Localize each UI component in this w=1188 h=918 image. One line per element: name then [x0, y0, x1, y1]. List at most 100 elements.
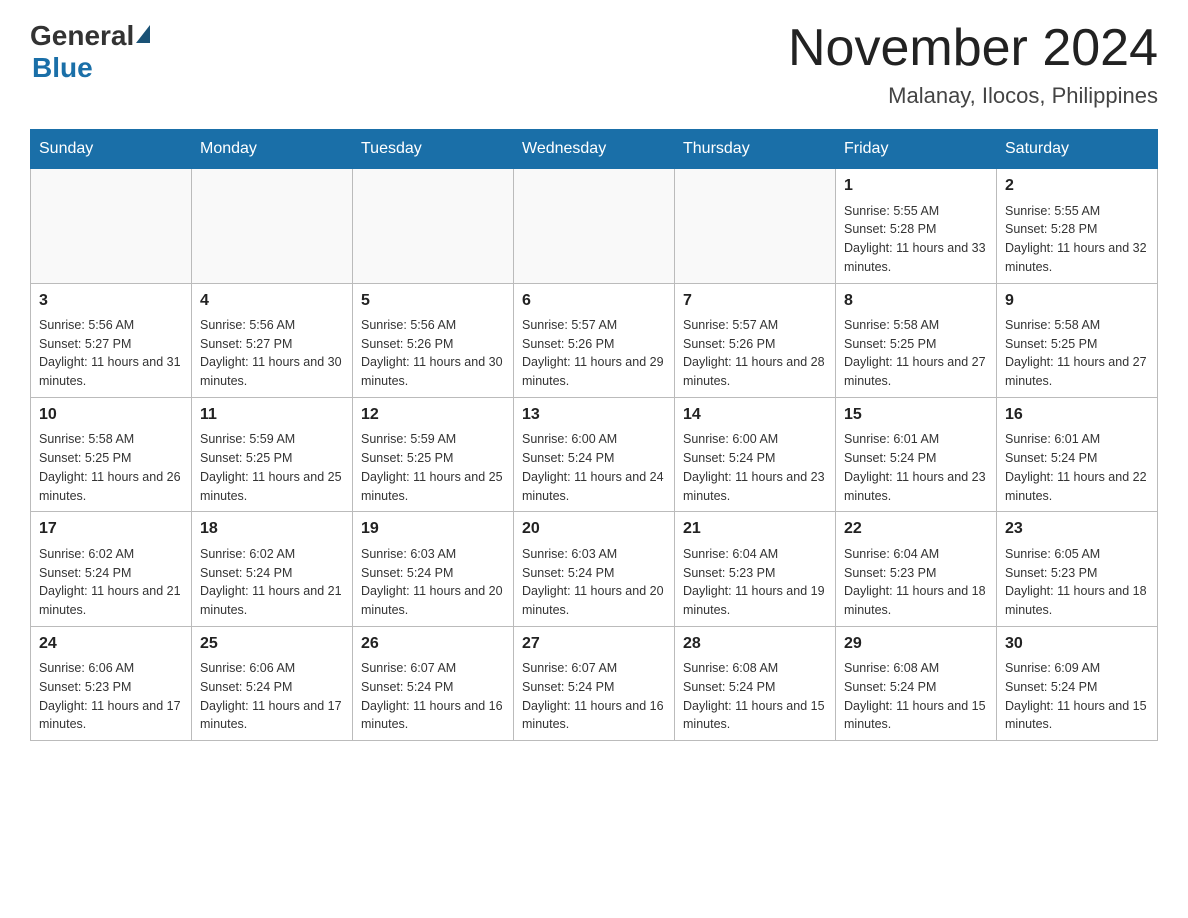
day-info: Sunrise: 5:59 AM Sunset: 5:25 PM Dayligh… — [200, 430, 344, 505]
day-info: Sunrise: 6:04 AM Sunset: 5:23 PM Dayligh… — [844, 545, 988, 620]
day-info: Sunrise: 6:03 AM Sunset: 5:24 PM Dayligh… — [361, 545, 505, 620]
day-number: 14 — [683, 404, 827, 426]
day-number: 21 — [683, 518, 827, 540]
day-number: 7 — [683, 290, 827, 312]
calendar-header-saturday: Saturday — [997, 130, 1158, 169]
calendar-header-sunday: Sunday — [31, 130, 192, 169]
day-number: 28 — [683, 633, 827, 655]
day-number: 12 — [361, 404, 505, 426]
calendar-header-row: SundayMondayTuesdayWednesdayThursdayFrid… — [31, 130, 1158, 169]
logo-triangle-icon — [136, 25, 150, 43]
calendar-cell: 10 Sunrise: 5:58 AM Sunset: 5:25 PM Dayli… — [31, 397, 192, 511]
day-info: Sunrise: 5:58 AM Sunset: 5:25 PM Dayligh… — [39, 430, 183, 505]
calendar-cell: 20 Sunrise: 6:03 AM Sunset: 5:24 PM Dayli… — [514, 512, 675, 626]
calendar-cell: 5Sunrise: 5:56 AM Sunset: 5:26 PM Daylig… — [353, 283, 514, 397]
day-number: 22 — [844, 518, 988, 540]
day-info: Sunrise: 5:55 AM Sunset: 5:28 PM Dayligh… — [1005, 202, 1149, 277]
page-header: General Blue November 2024 Malanay, Iloc… — [30, 20, 1158, 109]
day-number: 5 — [361, 290, 505, 312]
day-info: Sunrise: 6:00 AM Sunset: 5:24 PM Dayligh… — [683, 430, 827, 505]
day-number: 23 — [1005, 518, 1149, 540]
day-info: Sunrise: 5:58 AM Sunset: 5:25 PM Dayligh… — [1005, 316, 1149, 391]
day-info: Sunrise: 5:57 AM Sunset: 5:26 PM Dayligh… — [522, 316, 666, 391]
calendar-cell: 19Sunrise: 6:03 AM Sunset: 5:24 PM Dayli… — [353, 512, 514, 626]
day-number: 3 — [39, 290, 183, 312]
calendar-cell: 4 Sunrise: 5:56 AM Sunset: 5:27 PM Daylig… — [192, 283, 353, 397]
day-number: 20 — [522, 518, 666, 540]
calendar-cell: 23Sunrise: 6:05 AM Sunset: 5:23 PM Dayli… — [997, 512, 1158, 626]
day-info: Sunrise: 5:59 AM Sunset: 5:25 PM Dayligh… — [361, 430, 505, 505]
logo-general: General — [30, 20, 134, 52]
calendar-cell: 9 Sunrise: 5:58 AM Sunset: 5:25 PM Daylig… — [997, 283, 1158, 397]
calendar-cell: 2 Sunrise: 5:55 AM Sunset: 5:28 PM Daylig… — [997, 169, 1158, 283]
calendar-week-4: 17 Sunrise: 6:02 AM Sunset: 5:24 PM Dayli… — [31, 512, 1158, 626]
day-info: Sunrise: 5:56 AM Sunset: 5:27 PM Dayligh… — [39, 316, 183, 391]
calendar-cell: 8Sunrise: 5:58 AM Sunset: 5:25 PM Daylig… — [836, 283, 997, 397]
calendar-cell — [353, 169, 514, 283]
day-info: Sunrise: 6:03 AM Sunset: 5:24 PM Dayligh… — [522, 545, 666, 620]
location-title: Malanay, Ilocos, Philippines — [788, 83, 1158, 109]
calendar-header-friday: Friday — [836, 130, 997, 169]
logo: General Blue — [30, 20, 150, 84]
calendar-cell: 16 Sunrise: 6:01 AM Sunset: 5:24 PM Dayli… — [997, 397, 1158, 511]
calendar-cell: 6 Sunrise: 5:57 AM Sunset: 5:26 PM Daylig… — [514, 283, 675, 397]
day-info: Sunrise: 6:01 AM Sunset: 5:24 PM Dayligh… — [1005, 430, 1149, 505]
day-number: 18 — [200, 518, 344, 540]
calendar-cell: 15Sunrise: 6:01 AM Sunset: 5:24 PM Dayli… — [836, 397, 997, 511]
calendar-week-2: 3 Sunrise: 5:56 AM Sunset: 5:27 PM Daylig… — [31, 283, 1158, 397]
day-info: Sunrise: 6:02 AM Sunset: 5:24 PM Dayligh… — [39, 545, 183, 620]
calendar-cell — [675, 169, 836, 283]
calendar-cell: 7Sunrise: 5:57 AM Sunset: 5:26 PM Daylig… — [675, 283, 836, 397]
day-info: Sunrise: 6:06 AM Sunset: 5:24 PM Dayligh… — [200, 659, 344, 734]
day-number: 10 — [39, 404, 183, 426]
day-number: 4 — [200, 290, 344, 312]
day-info: Sunrise: 6:08 AM Sunset: 5:24 PM Dayligh… — [683, 659, 827, 734]
day-number: 29 — [844, 633, 988, 655]
calendar-cell — [31, 169, 192, 283]
day-number: 24 — [39, 633, 183, 655]
day-info: Sunrise: 6:01 AM Sunset: 5:24 PM Dayligh… — [844, 430, 988, 505]
day-number: 8 — [844, 290, 988, 312]
month-title: November 2024 — [788, 20, 1158, 77]
calendar-week-3: 10 Sunrise: 5:58 AM Sunset: 5:25 PM Dayli… — [31, 397, 1158, 511]
day-info: Sunrise: 6:00 AM Sunset: 5:24 PM Dayligh… — [522, 430, 666, 505]
day-info: Sunrise: 5:56 AM Sunset: 5:27 PM Dayligh… — [200, 316, 344, 391]
day-number: 13 — [522, 404, 666, 426]
calendar-cell: 25 Sunrise: 6:06 AM Sunset: 5:24 PM Dayli… — [192, 626, 353, 740]
logo-blue: Blue — [32, 52, 93, 84]
day-number: 25 — [200, 633, 344, 655]
calendar-cell: 1 Sunrise: 5:55 AM Sunset: 5:28 PM Daylig… — [836, 169, 997, 283]
calendar-cell: 28 Sunrise: 6:08 AM Sunset: 5:24 PM Dayli… — [675, 626, 836, 740]
day-number: 9 — [1005, 290, 1149, 312]
day-info: Sunrise: 5:55 AM Sunset: 5:28 PM Dayligh… — [844, 202, 988, 277]
day-number: 27 — [522, 633, 666, 655]
day-info: Sunrise: 6:09 AM Sunset: 5:24 PM Dayligh… — [1005, 659, 1149, 734]
day-info: Sunrise: 6:06 AM Sunset: 5:23 PM Dayligh… — [39, 659, 183, 734]
calendar-cell: 18 Sunrise: 6:02 AM Sunset: 5:24 PM Dayli… — [192, 512, 353, 626]
calendar-cell: 13 Sunrise: 6:00 AM Sunset: 5:24 PM Dayli… — [514, 397, 675, 511]
calendar-cell: 27 Sunrise: 6:07 AM Sunset: 5:24 PM Dayli… — [514, 626, 675, 740]
calendar-cell: 3 Sunrise: 5:56 AM Sunset: 5:27 PM Daylig… — [31, 283, 192, 397]
day-number: 16 — [1005, 404, 1149, 426]
calendar-cell — [514, 169, 675, 283]
day-number: 30 — [1005, 633, 1149, 655]
title-section: November 2024 Malanay, Ilocos, Philippin… — [788, 20, 1158, 109]
day-info: Sunrise: 6:02 AM Sunset: 5:24 PM Dayligh… — [200, 545, 344, 620]
day-number: 6 — [522, 290, 666, 312]
day-number: 11 — [200, 404, 344, 426]
calendar-cell: 21Sunrise: 6:04 AM Sunset: 5:23 PM Dayli… — [675, 512, 836, 626]
calendar-cell: 26 Sunrise: 6:07 AM Sunset: 5:24 PM Dayli… — [353, 626, 514, 740]
calendar-cell: 30 Sunrise: 6:09 AM Sunset: 5:24 PM Dayli… — [997, 626, 1158, 740]
calendar-header-tuesday: Tuesday — [353, 130, 514, 169]
day-info: Sunrise: 6:08 AM Sunset: 5:24 PM Dayligh… — [844, 659, 988, 734]
day-number: 1 — [844, 175, 988, 197]
day-info: Sunrise: 6:07 AM Sunset: 5:24 PM Dayligh… — [522, 659, 666, 734]
calendar-table: SundayMondayTuesdayWednesdayThursdayFrid… — [30, 129, 1158, 741]
calendar-header-wednesday: Wednesday — [514, 130, 675, 169]
day-number: 17 — [39, 518, 183, 540]
calendar-cell: 29 Sunrise: 6:08 AM Sunset: 5:24 PM Dayli… — [836, 626, 997, 740]
day-number: 2 — [1005, 175, 1149, 197]
day-number: 26 — [361, 633, 505, 655]
calendar-cell: 22 Sunrise: 6:04 AM Sunset: 5:23 PM Dayli… — [836, 512, 997, 626]
day-info: Sunrise: 6:07 AM Sunset: 5:24 PM Dayligh… — [361, 659, 505, 734]
